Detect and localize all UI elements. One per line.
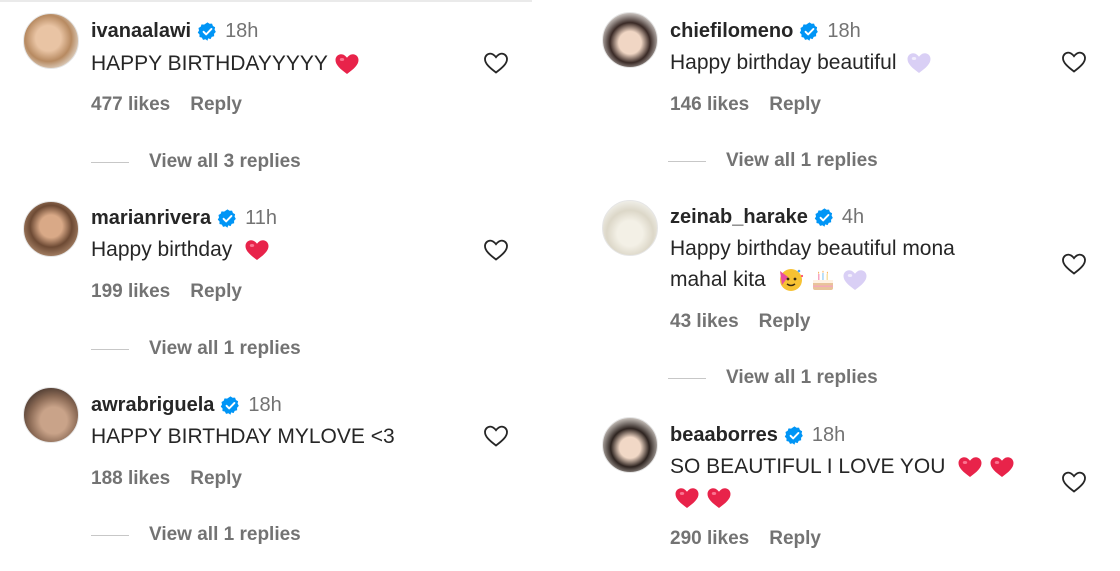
red-heart-emoji-icon <box>706 486 732 510</box>
verified-badge-icon <box>784 425 805 446</box>
like-heart-icon[interactable] <box>1061 252 1087 276</box>
likes-count[interactable]: 290 likes <box>670 528 749 550</box>
likes-count[interactable]: 43 likes <box>670 311 739 333</box>
comment-timestamp[interactable]: 18h <box>248 394 281 417</box>
username[interactable]: chiefilomeno <box>670 20 793 43</box>
red-heart-emoji-icon <box>334 52 360 76</box>
comment-timestamp[interactable]: 4h <box>842 206 864 229</box>
reply-button[interactable]: Reply <box>769 94 821 116</box>
view-replies-button[interactable]: View all 1 replies <box>91 524 301 546</box>
avatar[interactable] <box>23 387 79 443</box>
red-heart-emoji-icon <box>957 455 983 479</box>
avatar[interactable] <box>23 13 79 69</box>
avatar[interactable] <box>23 201 79 257</box>
username[interactable]: beaaborres <box>670 424 778 447</box>
view-replies-label: View all 1 replies <box>149 338 301 359</box>
reply-button[interactable]: Reply <box>759 311 811 333</box>
comment-timestamp[interactable]: 18h <box>225 20 258 43</box>
likes-count[interactable]: 188 likes <box>91 468 170 490</box>
view-replies-label: View all 1 replies <box>726 150 878 171</box>
view-replies-button[interactable]: View all 1 replies <box>668 150 878 172</box>
likes-count[interactable]: 146 likes <box>670 94 749 116</box>
red-heart-emoji-icon <box>989 455 1015 479</box>
comment-timestamp[interactable]: 11h <box>245 207 277 230</box>
avatar[interactable] <box>602 417 658 473</box>
red-heart-emoji-icon <box>244 238 270 262</box>
like-heart-icon[interactable] <box>483 424 509 448</box>
comment-text-line-1: Happy birthday beautiful mona <box>670 237 955 260</box>
username[interactable]: ivanaalawi <box>91 20 191 43</box>
view-replies-button[interactable]: View all 3 replies <box>91 151 301 173</box>
partying-face-emoji-icon <box>778 267 804 293</box>
comment-text: Happy birthday <box>91 238 233 261</box>
username[interactable]: marianrivera <box>91 207 211 230</box>
replies-divider-line <box>91 348 129 350</box>
red-heart-emoji-icon <box>674 486 700 510</box>
comments-column-left: ivanaalawi 18h HAPPY BIRTHDAYYYYY 477 li… <box>0 0 532 571</box>
avatar[interactable] <box>602 12 658 68</box>
verified-badge-icon <box>197 21 218 42</box>
verified-badge-icon <box>799 21 820 42</box>
view-replies-label: View all 3 replies <box>149 151 301 172</box>
comment-text: Happy birthday beautiful <box>670 51 897 74</box>
reply-button[interactable]: Reply <box>190 468 242 490</box>
like-heart-icon[interactable] <box>483 238 509 262</box>
verified-badge-icon <box>814 207 835 228</box>
comment-text: SO BEAUTIFUL I LOVE YOU <box>670 455 946 478</box>
reply-button[interactable]: Reply <box>769 528 821 550</box>
view-replies-label: View all 1 replies <box>149 524 301 545</box>
like-heart-icon[interactable] <box>1061 470 1087 494</box>
replies-divider-line <box>668 377 706 379</box>
birthday-cake-emoji-icon <box>810 267 836 293</box>
comment-text: HAPPY BIRTHDAY MYLOVE <3 <box>91 425 395 448</box>
view-replies-button[interactable]: View all 1 replies <box>668 367 878 389</box>
verified-badge-icon <box>217 208 238 229</box>
view-replies-label: View all 1 replies <box>726 367 878 388</box>
username[interactable]: zeinab_harake <box>670 206 808 229</box>
like-heart-icon[interactable] <box>1061 50 1087 74</box>
replies-divider-line <box>91 534 129 536</box>
comment-text-line-2: mahal kita <box>670 268 766 291</box>
likes-count[interactable]: 199 likes <box>91 281 170 303</box>
reply-button[interactable]: Reply <box>190 281 242 303</box>
white-heart-emoji-icon <box>842 268 868 292</box>
replies-divider-line <box>668 160 706 162</box>
comment-timestamp[interactable]: 18h <box>827 20 860 43</box>
like-heart-icon[interactable] <box>483 51 509 75</box>
username[interactable]: awrabriguela <box>91 394 214 417</box>
comment-text: HAPPY BIRTHDAYYYYY <box>91 52 328 75</box>
verified-badge-icon <box>220 395 241 416</box>
comments-column-right: chiefilomeno 18h Happy birthday beautifu… <box>590 0 1120 571</box>
avatar[interactable] <box>602 200 658 256</box>
likes-count[interactable]: 477 likes <box>91 94 170 116</box>
comment-timestamp[interactable]: 18h <box>812 424 845 447</box>
view-replies-button[interactable]: View all 1 replies <box>91 338 301 360</box>
replies-divider-line <box>91 161 129 163</box>
white-heart-emoji-icon <box>906 51 932 75</box>
reply-button[interactable]: Reply <box>190 94 242 116</box>
